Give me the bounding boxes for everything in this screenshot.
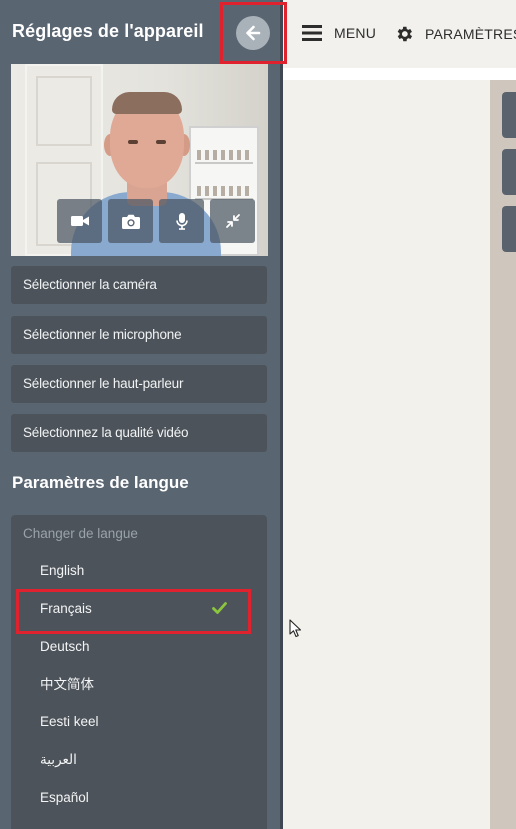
- photo-icon: [121, 214, 140, 229]
- microphone-toggle-button[interactable]: [159, 199, 204, 243]
- select-microphone-button[interactable]: Sélectionner le microphone: [11, 316, 267, 354]
- language-option-label: Eesti keel: [40, 714, 99, 729]
- settings-button[interactable]: PARAMÈTRES: [394, 24, 516, 44]
- select-speaker-button[interactable]: Sélectionner le haut-parleur: [11, 365, 267, 403]
- language-dropdown-placeholder: Changer de langue: [23, 526, 138, 541]
- settings-label: PARAMÈTRES: [425, 26, 516, 42]
- language-option-label: العربية: [40, 752, 77, 767]
- language-settings-heading: Paramètres de langue: [12, 473, 189, 492]
- hamburger-icon: [302, 25, 322, 41]
- language-option-label: Français: [40, 601, 92, 616]
- language-option-chinese[interactable]: 中文简体: [11, 670, 267, 700]
- minimize-icon: [225, 214, 240, 228]
- language-option-deutsch[interactable]: Deutsch: [11, 632, 267, 662]
- sidebar-header: Réglages de l'appareil: [0, 0, 280, 64]
- camera-toggle-button[interactable]: [57, 199, 102, 243]
- content-card[interactable]: [502, 92, 516, 138]
- device-settings-sidebar: Réglages de l'appareil Sélectionner la c…: [0, 0, 283, 829]
- sidebar-title: Réglages de l'appareil: [12, 21, 204, 41]
- language-option-francais[interactable]: Français: [11, 594, 267, 624]
- language-option-spanish[interactable]: Español: [11, 783, 267, 813]
- select-video-quality-button[interactable]: Sélectionnez la qualité vidéo: [11, 414, 267, 452]
- language-option-label: Deutsch: [40, 639, 90, 654]
- language-option-label: Español: [40, 790, 89, 805]
- menu-label: MENU: [334, 25, 377, 41]
- camera-preview: [11, 64, 268, 256]
- language-option-english[interactable]: English: [11, 556, 267, 586]
- arrow-left-icon: [246, 25, 261, 41]
- back-button[interactable]: [236, 16, 270, 50]
- language-option-label: 中文简体: [40, 677, 94, 692]
- select-camera-button[interactable]: Sélectionner la caméra: [11, 266, 267, 304]
- topbar-divider: [283, 68, 516, 80]
- snapshot-button[interactable]: [108, 199, 153, 243]
- menu-button[interactable]: MENU: [302, 24, 376, 42]
- content-card[interactable]: [502, 206, 516, 252]
- app-window: MENU PARAMÈTRES Réglages de l'appareil S…: [0, 0, 516, 829]
- checkmark-icon: [212, 602, 227, 614]
- language-dropdown[interactable]: Changer de langue English Français Deuts…: [11, 515, 267, 829]
- content-card[interactable]: [502, 149, 516, 195]
- language-option-label: English: [40, 563, 85, 578]
- mouse-cursor-icon: [289, 619, 302, 638]
- minimize-preview-button[interactable]: [210, 199, 255, 243]
- camera-icon: [70, 216, 89, 226]
- gear-icon: [397, 26, 413, 42]
- language-option-estonian[interactable]: Eesti keel: [11, 707, 267, 737]
- language-option-arabic[interactable]: العربية: [11, 745, 267, 775]
- main-content: [283, 80, 516, 829]
- microphone-icon: [175, 212, 188, 230]
